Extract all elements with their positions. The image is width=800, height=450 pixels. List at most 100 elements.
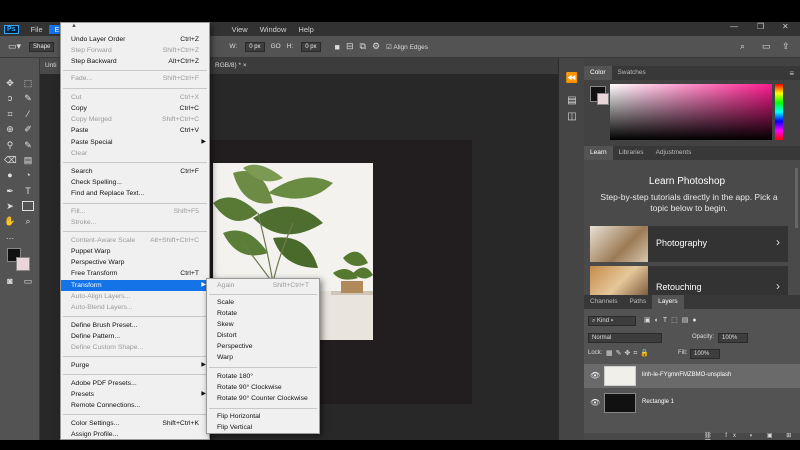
- eraser-tool-icon[interactable]: ⌫: [4, 155, 17, 165]
- menu-item-define-brush[interactable]: Define Brush Preset...: [61, 320, 209, 331]
- submenu-item-rotate-90-ccw[interactable]: Rotate 90° Counter Clockwise: [207, 393, 319, 404]
- background-color-swatch[interactable]: [16, 257, 30, 271]
- hue-slider[interactable]: [775, 84, 783, 140]
- crop-tool-icon[interactable]: ⌗: [4, 109, 16, 119]
- adjustments-panel-icon[interactable]: ◫: [565, 110, 579, 124]
- submenu-item-again[interactable]: Again Shift+Ctrl+T: [207, 280, 319, 291]
- menu-item-define-pattern[interactable]: Define Pattern...: [61, 331, 209, 342]
- menu-item-auto-blend[interactable]: Auto-Blend Layers...: [61, 302, 209, 313]
- submenu-item-rotate[interactable]: Rotate: [207, 308, 319, 319]
- hand-tool-icon[interactable]: ✋: [4, 216, 16, 226]
- menu-item-paste-special[interactable]: Paste Special ▶: [61, 137, 209, 148]
- menu-item-purge[interactable]: Purge ▶: [61, 360, 209, 371]
- tab-libraries[interactable]: Libraries: [613, 146, 650, 160]
- eye-icon[interactable]: 👁: [590, 398, 600, 407]
- submenu-item-distort[interactable]: Distort: [207, 330, 319, 341]
- fill-field[interactable]: 100%: [690, 349, 720, 359]
- menu-item-search[interactable]: Search Ctrl+F: [61, 166, 209, 177]
- healing-brush-icon[interactable]: ⊕: [4, 124, 16, 134]
- menu-file[interactable]: File: [25, 25, 49, 34]
- rectangle-tool-icon[interactable]: [22, 201, 34, 211]
- lasso-tool-icon[interactable]: ↄ: [4, 93, 16, 103]
- submenu-item-rotate-90-cw[interactable]: Rotate 90° Clockwise: [207, 382, 319, 393]
- layer-row-photo[interactable]: 👁 linh-le-FYgmnFMZBMO-unsplash: [584, 364, 800, 388]
- menu-item-paste[interactable]: Paste Ctrl+V: [61, 125, 209, 136]
- learn-scrollbar[interactable]: [795, 168, 798, 228]
- tab-paths[interactable]: Paths: [623, 295, 652, 309]
- more-tools-icon[interactable]: …: [4, 231, 16, 241]
- height-field[interactable]: 0 px: [301, 41, 321, 52]
- submenu-item-scale[interactable]: Scale: [207, 297, 319, 308]
- blend-mode-select[interactable]: Normal: [588, 333, 662, 343]
- menu-item-free-transform[interactable]: Free Transform Ctrl+T: [61, 268, 209, 279]
- document-tab-title[interactable]: RGB/8) * ×: [210, 58, 252, 74]
- menu-help[interactable]: Help: [292, 25, 319, 34]
- menu-item-assign-profile[interactable]: Assign Profile...: [61, 429, 209, 440]
- menu-item-copy[interactable]: Copy Ctrl+C: [61, 103, 209, 114]
- menu-item-step-forward[interactable]: Step Forward Shift+Ctrl+Z: [61, 45, 209, 56]
- width-field[interactable]: 0 px: [245, 41, 265, 52]
- magic-wand-icon[interactable]: ✎: [22, 93, 34, 103]
- menu-item-find-replace[interactable]: Find and Replace Text...: [61, 188, 209, 199]
- tab-layers[interactable]: Layers: [652, 295, 684, 309]
- menu-window[interactable]: Window: [254, 25, 293, 34]
- menu-item-pdf-presets[interactable]: Adobe PDF Presets...: [61, 378, 209, 389]
- panel-menu-icon[interactable]: ≡: [789, 69, 794, 78]
- tab-adjustments[interactable]: Adjustments: [650, 146, 698, 160]
- pen-tool-icon[interactable]: ✒: [4, 186, 16, 196]
- screen-mode-icon[interactable]: ▭: [22, 276, 34, 286]
- blur-tool-icon[interactable]: ●: [4, 170, 16, 180]
- layer-filter-icons[interactable]: ▣◐T⬚▤●: [644, 316, 701, 324]
- submenu-item-rotate-180[interactable]: Rotate 180°: [207, 371, 319, 382]
- search-icon[interactable]: ⌕: [740, 41, 745, 52]
- menu-item-remote-connections[interactable]: Remote Connections...: [61, 400, 209, 411]
- path-selection-icon[interactable]: ➤: [4, 201, 16, 211]
- menu-view[interactable]: View: [226, 25, 254, 34]
- menu-item-puppet-warp[interactable]: Puppet Warp: [61, 246, 209, 257]
- menu-item-auto-align[interactable]: Auto-Align Layers...: [61, 291, 209, 302]
- menu-item-content-aware-scale[interactable]: Content-Aware Scale Alt+Shift+Ctrl+C: [61, 235, 209, 246]
- lock-icons[interactable]: ▦✎✥⌗🔒: [606, 349, 652, 358]
- eyedropper-icon[interactable]: ⁄: [22, 109, 34, 119]
- menu-item-transform[interactable]: Transform ▶: [61, 280, 209, 291]
- gradient-tool-icon[interactable]: ▤: [22, 155, 34, 165]
- menu-item-clear[interactable]: Clear: [61, 148, 209, 159]
- align-edges-checkbox[interactable]: ☑ Align Edges: [386, 43, 428, 51]
- menu-item-cut[interactable]: Cut Ctrl+X: [61, 92, 209, 103]
- submenu-item-perspective[interactable]: Perspective: [207, 341, 319, 352]
- menu-item-define-custom-shape[interactable]: Define Custom Shape...: [61, 342, 209, 353]
- submenu-item-flip-horizontal[interactable]: Flip Horizontal: [207, 411, 319, 422]
- maximize-icon[interactable]: ❐: [757, 22, 764, 31]
- brush-tool-icon[interactable]: ✐: [22, 124, 34, 134]
- properties-panel-icon[interactable]: ▤: [565, 94, 579, 108]
- share-icon[interactable]: ⇪: [782, 41, 790, 52]
- color-bg-swatch[interactable]: [597, 93, 609, 105]
- type-tool-icon[interactable]: T: [22, 186, 34, 196]
- submenu-item-warp[interactable]: Warp: [207, 352, 319, 363]
- link-dimensions-icon[interactable]: GO: [271, 43, 281, 50]
- tab-color[interactable]: Color: [584, 66, 612, 80]
- document-tab[interactable]: Unti: [40, 58, 60, 74]
- layer-filter-kind[interactable]: ⌕ Kind ▾: [588, 316, 636, 326]
- submenu-item-flip-vertical[interactable]: Flip Vertical: [207, 422, 319, 433]
- workspace-icon[interactable]: ▭: [762, 41, 771, 52]
- tool-preset-icon[interactable]: ▭▾: [8, 41, 21, 52]
- menu-item-copy-merged[interactable]: Copy Merged Shift+Ctrl+C: [61, 114, 209, 125]
- color-field[interactable]: [610, 84, 772, 140]
- zoom-tool-icon[interactable]: ⌕: [22, 216, 34, 226]
- menu-item-check-spelling[interactable]: Check Spelling...: [61, 177, 209, 188]
- path-operations-icon[interactable]: ■: [335, 42, 340, 52]
- tab-channels[interactable]: Channels: [584, 295, 623, 309]
- move-tool-icon[interactable]: ✥: [4, 78, 16, 88]
- quick-mask-icon[interactable]: ◙: [4, 276, 16, 286]
- close-tab-icon[interactable]: ×: [243, 62, 247, 69]
- eye-icon[interactable]: 👁: [590, 371, 600, 380]
- gear-icon[interactable]: ⚙: [372, 41, 380, 52]
- menu-scroll-up-icon[interactable]: ▲: [71, 23, 77, 29]
- clone-stamp-icon[interactable]: ⚲: [4, 140, 16, 150]
- submenu-item-skew[interactable]: Skew: [207, 319, 319, 330]
- path-alignment-icon[interactable]: ⊟: [346, 41, 354, 52]
- tab-swatches[interactable]: Swatches: [612, 66, 652, 80]
- menu-item-stroke[interactable]: Stroke...: [61, 217, 209, 228]
- minimize-icon[interactable]: —: [730, 22, 738, 31]
